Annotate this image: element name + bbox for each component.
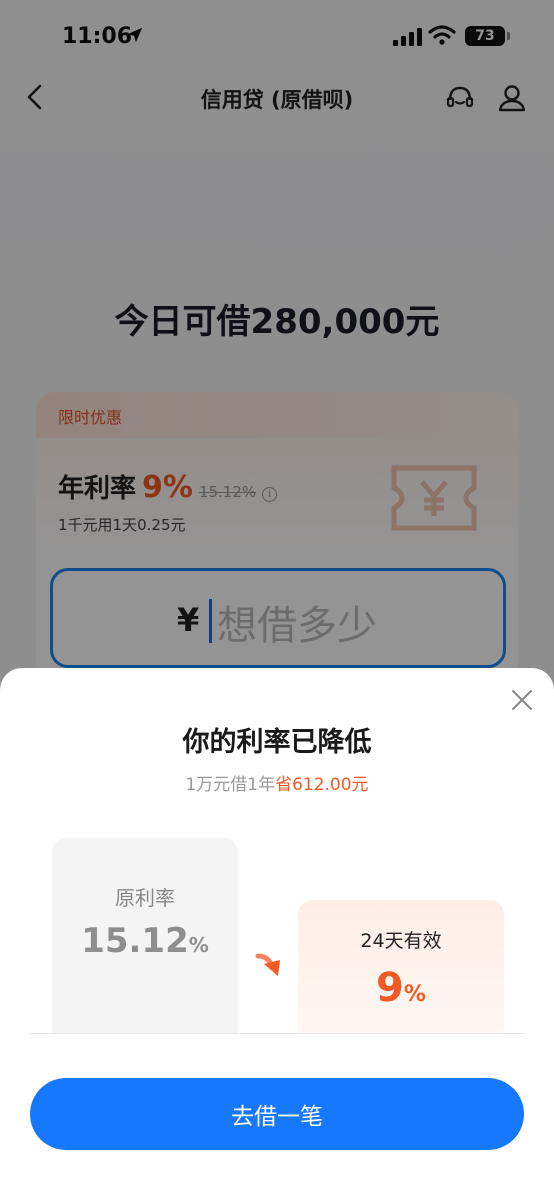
arrow-down-right-icon [255,953,280,976]
old-rate-unit: % [188,933,209,957]
sheet-title: 你的利率已降低 [182,727,372,758]
new-rate-validity: 24天有效 [360,930,442,952]
divider [30,1033,524,1034]
new-rate-unit: % [403,982,426,1007]
old-rate-value: 15.12% [52,921,238,961]
savings-amount: 省612.00元 [275,775,369,795]
old-rate-label: 原利率 [115,886,175,910]
new-rate-number: 9 [376,965,404,1011]
sheet-subtitle: 1万元借1年省612.00元 [0,770,554,795]
old-rate-number: 15.12 [81,921,189,961]
new-rate-card: 24天有效 9% [298,900,504,1034]
subtitle-prefix: 1万元借1年 [185,775,276,795]
close-icon[interactable] [510,688,534,712]
rate-drop-sheet: 你的利率已降低 1万元借1年省612.00元 原利率 15.12% 24天有效 … [0,668,554,1200]
old-rate-card: 原利率 15.12% [52,838,238,1034]
new-rate-value: 9% [298,965,504,1011]
borrow-now-button[interactable]: 去借一笔 [30,1078,524,1150]
